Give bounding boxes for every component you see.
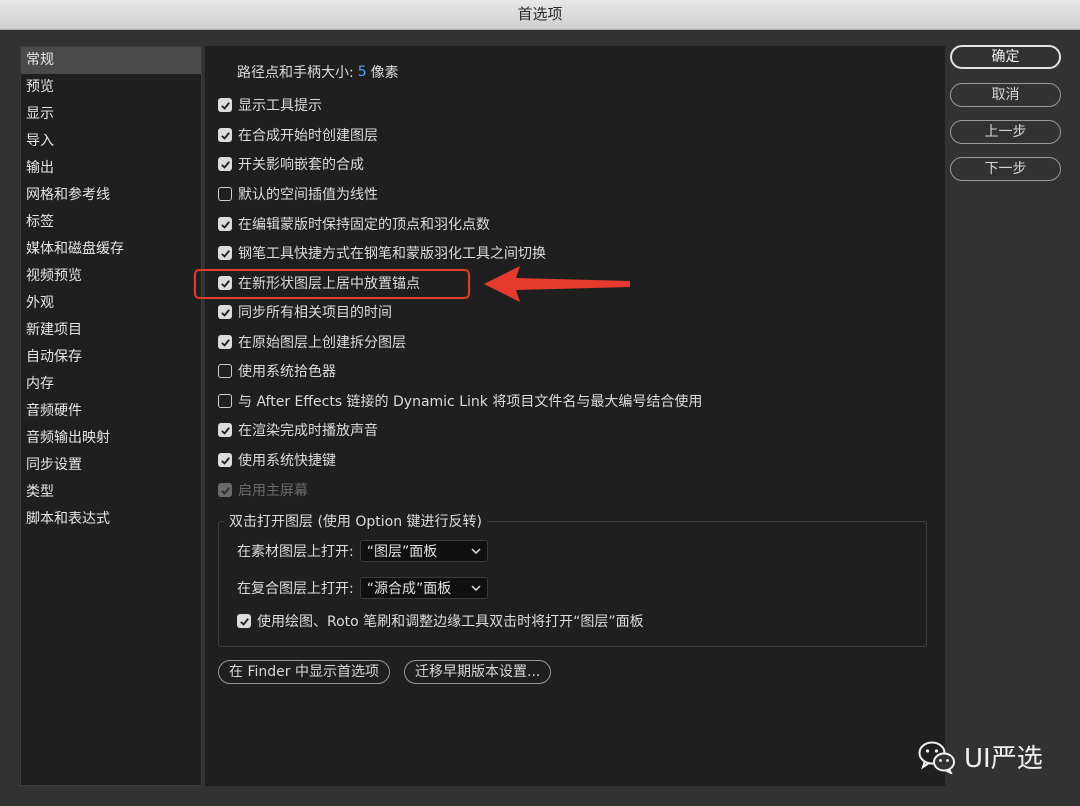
select-value: “图层”面板: [366, 544, 438, 560]
window-title: 首选项: [0, 0, 1080, 30]
option-play-sound-on-render[interactable]: 在渲染完成时播放声音: [218, 420, 378, 440]
checkmark-icon: [220, 486, 230, 495]
option-label: 使用系统拾色器: [238, 364, 336, 380]
highlight-annotation: [194, 269, 470, 299]
checkbox[interactable]: [218, 423, 232, 437]
path-point-size-label: 路径点和手柄大小:: [237, 65, 354, 81]
checkbox[interactable]: [237, 614, 251, 628]
sidebar-item-labels[interactable]: 标签: [21, 209, 201, 236]
option-sync-time-related-items[interactable]: 同步所有相关项目的时间: [218, 302, 392, 322]
sidebar-item-media-cache[interactable]: 媒体和磁盘缓存: [21, 236, 201, 263]
checkbox[interactable]: [218, 157, 232, 171]
sidebar: 常规 预览 显示 导入 输出 网格和参考线 标签 媒体和磁盘缓存 视频预览 外观…: [20, 46, 202, 786]
footage-layer-open-label: 在素材图层上打开:: [237, 544, 354, 560]
sidebar-item-import[interactable]: 导入: [21, 128, 201, 155]
option-label: 使用绘图、Roto 笔刷和调整边缘工具双击时将打开“图层”面板: [257, 614, 644, 630]
select-value: “源合成”面板: [366, 581, 452, 597]
sidebar-item-video-preview[interactable]: 视频预览: [21, 263, 201, 290]
sidebar-item-general[interactable]: 常规: [21, 47, 201, 74]
checkmark-icon: [220, 308, 230, 317]
sidebar-item-type[interactable]: 类型: [21, 479, 201, 506]
option-linear-spatial-interpolation[interactable]: 默认的空间插值为线性: [218, 184, 378, 204]
checkbox[interactable]: [218, 98, 232, 112]
chevron-down-icon: [471, 585, 481, 591]
checkbox: [218, 483, 232, 497]
comp-layer-open-row: 在复合图层上打开: “源合成”面板: [237, 577, 488, 599]
option-system-color-picker[interactable]: 使用系统拾色器: [218, 361, 336, 381]
option-system-shortcut-keys[interactable]: 使用系统快捷键: [218, 450, 336, 470]
path-point-size-value[interactable]: 5: [358, 64, 367, 80]
watermark-text: UI严选: [964, 744, 1043, 774]
option-label: 钢笔工具快捷方式在钢笔和蒙版羽化工具之间切换: [238, 246, 546, 262]
sidebar-item-audio-hardware[interactable]: 音频硬件: [21, 398, 201, 425]
sidebar-item-sync-settings[interactable]: 同步设置: [21, 452, 201, 479]
checkbox[interactable]: [218, 453, 232, 467]
checkbox[interactable]: [218, 187, 232, 201]
checkbox[interactable]: [218, 305, 232, 319]
option-label: 启用主屏幕: [238, 483, 308, 499]
option-label: 在编辑蒙版时保持固定的顶点和羽化点数: [238, 217, 490, 233]
migrate-settings-button[interactable]: 迁移早期版本设置...: [404, 660, 552, 684]
checkmark-icon: [220, 131, 230, 140]
checkbox[interactable]: [218, 364, 232, 378]
option-label: 显示工具提示: [238, 98, 322, 114]
comp-layer-open-label: 在复合图层上打开:: [237, 581, 354, 597]
option-dynamic-link-filename[interactable]: 与 After Effects 链接的 Dynamic Link 将项目文件名与…: [218, 391, 702, 411]
show-in-finder-button[interactable]: 在 Finder 中显示首选项: [218, 660, 390, 684]
checkmark-icon: [220, 426, 230, 435]
sidebar-item-display[interactable]: 显示: [21, 101, 201, 128]
option-create-layers-at-comp-start[interactable]: 在合成开始时创建图层: [218, 125, 378, 145]
path-point-size-row: 路径点和手柄大小: 5 像素: [237, 62, 399, 82]
option-label: 在渲染完成时播放声音: [238, 423, 378, 439]
option-show-tooltips[interactable]: 显示工具提示: [218, 95, 322, 115]
next-button[interactable]: 下一步: [950, 157, 1061, 181]
checkmark-icon: [239, 617, 249, 626]
option-label: 默认的空间插值为线性: [238, 187, 378, 203]
sidebar-item-scripting[interactable]: 脚本和表达式: [21, 506, 201, 533]
sidebar-item-grids-guides[interactable]: 网格和参考线: [21, 182, 201, 209]
option-label: 使用系统快捷键: [238, 453, 336, 469]
sidebar-item-appearance[interactable]: 外观: [21, 290, 201, 317]
sidebar-item-new-project[interactable]: 新建项目: [21, 317, 201, 344]
option-pen-tool-shortcut-toggle[interactable]: 钢笔工具快捷方式在钢笔和蒙版羽化工具之间切换: [218, 243, 546, 263]
footage-layer-open-select[interactable]: “图层”面板: [359, 540, 488, 562]
option-label: 在合成开始时创建图层: [238, 128, 378, 144]
double-click-group-title: 双击打开图层 (使用 Option 键进行反转): [224, 511, 487, 531]
sidebar-item-audio-output-mapping[interactable]: 音频输出映射: [21, 425, 201, 452]
sidebar-item-auto-save[interactable]: 自动保存: [21, 344, 201, 371]
checkmark-icon: [220, 338, 230, 347]
option-label: 与 After Effects 链接的 Dynamic Link 将项目文件名与…: [238, 394, 703, 410]
checkmark-icon: [220, 220, 230, 229]
sidebar-item-preview[interactable]: 预览: [21, 74, 201, 101]
option-enable-home-screen: 启用主屏幕: [218, 480, 308, 500]
comp-layer-open-select[interactable]: “源合成”面板: [359, 577, 488, 599]
option-split-layers-above-original[interactable]: 在原始图层上创建拆分图层: [218, 332, 406, 352]
checkbox[interactable]: [218, 335, 232, 349]
option-preserve-vertex-count[interactable]: 在编辑蒙版时保持固定的顶点和羽化点数: [218, 214, 490, 234]
previous-button[interactable]: 上一步: [950, 120, 1061, 144]
wechat-icon: [918, 741, 955, 774]
checkmark-icon: [220, 249, 230, 258]
option-label: 开关影响嵌套的合成: [238, 157, 364, 173]
footage-layer-open-row: 在素材图层上打开: “图层”面板: [237, 540, 488, 562]
watermark: UI严选: [918, 738, 1043, 775]
option-label: 同步所有相关项目的时间: [238, 305, 392, 321]
option-switches-affect-nested[interactable]: 开关影响嵌套的合成: [218, 154, 364, 174]
checkmark-icon: [220, 160, 230, 169]
ok-button[interactable]: 确定: [950, 45, 1061, 69]
option-paint-tools-open-layer-panel[interactable]: 使用绘图、Roto 笔刷和调整边缘工具双击时将打开“图层”面板: [237, 611, 644, 631]
checkbox[interactable]: [218, 246, 232, 260]
option-label: 在原始图层上创建拆分图层: [238, 335, 406, 351]
checkbox[interactable]: [218, 128, 232, 142]
checkmark-icon: [220, 101, 230, 110]
sidebar-item-memory[interactable]: 内存: [21, 371, 201, 398]
checkbox[interactable]: [218, 394, 232, 408]
chevron-down-icon: [471, 548, 481, 554]
path-point-size-unit: 像素: [370, 65, 399, 81]
arrow-annotation-icon: [484, 266, 630, 302]
checkmark-icon: [220, 456, 230, 465]
cancel-button[interactable]: 取消: [950, 83, 1061, 107]
sidebar-item-output[interactable]: 输出: [21, 155, 201, 182]
checkbox[interactable]: [218, 217, 232, 231]
